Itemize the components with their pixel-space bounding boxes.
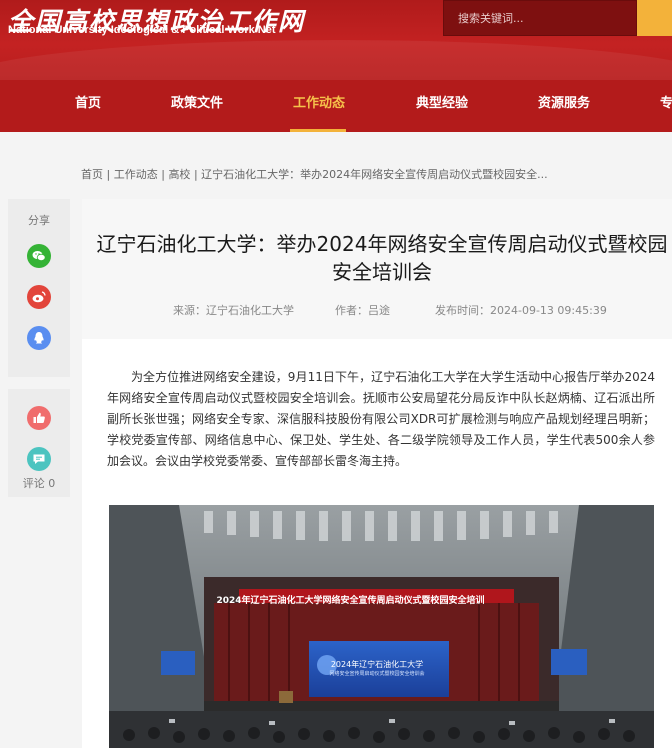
article: 辽宁石油化工大学：举办2024年网络安全宣传周启动仪式暨校园安全培训会 来源：辽… (82, 199, 672, 748)
nav-item-resources[interactable]: 资源服务 (538, 80, 590, 132)
photo-screen-subtitle: 网络安全宣传周启动仪式暨校园安全培训会 (329, 671, 425, 677)
nav-item-policy[interactable]: 政策文件 (171, 80, 223, 132)
breadcrumb-separator: | (193, 168, 198, 181)
breadcrumb-current: 辽宁石油化工大学：举办2024年网络安全宣传周启动仪式暨校园安全... (201, 168, 548, 181)
article-publish-time: 发布时间：2024-09-13 09:45:39 (435, 304, 607, 317)
breadcrumb-work-news[interactable]: 工作动态 (114, 168, 158, 181)
photo-banner-text: 2024年辽宁石油化工大学网络安全宣传周启动仪式暨校园安全培训 (216, 596, 485, 606)
breadcrumb-separator: | (161, 168, 165, 181)
article-author: 作者：吕途 (335, 304, 390, 317)
qq-icon (34, 332, 44, 344)
breadcrumb: 首页 | 工作动态 | 高校 | 辽宁石油化工大学：举办2024年网络安全宣传周… (81, 166, 548, 182)
search-button[interactable] (637, 0, 672, 36)
site-header: 全国高校思想政治工作网 National University Ideologi… (0, 0, 672, 80)
like-icon (33, 412, 45, 423)
comment-count[interactable]: 评论 0 (8, 475, 70, 491)
interaction-panel: 评论 0 (8, 389, 70, 497)
share-qq-button[interactable] (27, 326, 51, 350)
breadcrumb-separator: | (106, 168, 111, 181)
search-input[interactable] (444, 1, 638, 35)
weibo-icon (32, 291, 46, 303)
share-label: 分享 (28, 214, 50, 227)
like-button[interactable] (27, 406, 51, 430)
nav-active-indicator (290, 129, 346, 132)
nav-item-home[interactable]: 首页 (75, 80, 101, 132)
share-wechat-button[interactable] (27, 244, 51, 268)
photo-screen-title: 2024年辽宁石油化工大学 (330, 660, 424, 669)
comment-button[interactable] (27, 447, 51, 471)
site-logo-english[interactable]: National University Ideological & Politi… (8, 24, 276, 36)
comment-icon (33, 454, 45, 464)
breadcrumb-university[interactable]: 高校 (168, 168, 190, 181)
nav-item-special[interactable]: 专 (660, 80, 672, 132)
article-header: 辽宁石油化工大学：举办2024年网络安全宣传周启动仪式暨校园安全培训会 来源：辽… (82, 199, 672, 339)
article-source: 来源：辽宁石油化工大学 (173, 304, 294, 317)
nav-item-experience[interactable]: 典型经验 (416, 80, 468, 132)
nav-item-work-news[interactable]: 工作动态 (293, 80, 345, 132)
article-photo (109, 505, 654, 748)
main-nav: 首页 政策文件 工作动态 典型经验 资源服务 专 (0, 80, 672, 132)
header-decoration (0, 40, 672, 80)
article-paragraph: 为全方位推进网络安全建设，9月11日下午，辽宁石油化工大学在大学生活动中心报告厅… (107, 370, 655, 468)
search-box (443, 0, 638, 36)
share-panel: 分享 (8, 199, 70, 377)
share-weibo-button[interactable] (27, 285, 51, 309)
auditorium-photo (109, 505, 654, 748)
article-title: 辽宁石油化工大学：举办2024年网络安全宣传周启动仪式暨校园安全培训会 (96, 232, 668, 284)
wechat-icon (32, 251, 46, 261)
breadcrumb-home[interactable]: 首页 (81, 168, 103, 181)
